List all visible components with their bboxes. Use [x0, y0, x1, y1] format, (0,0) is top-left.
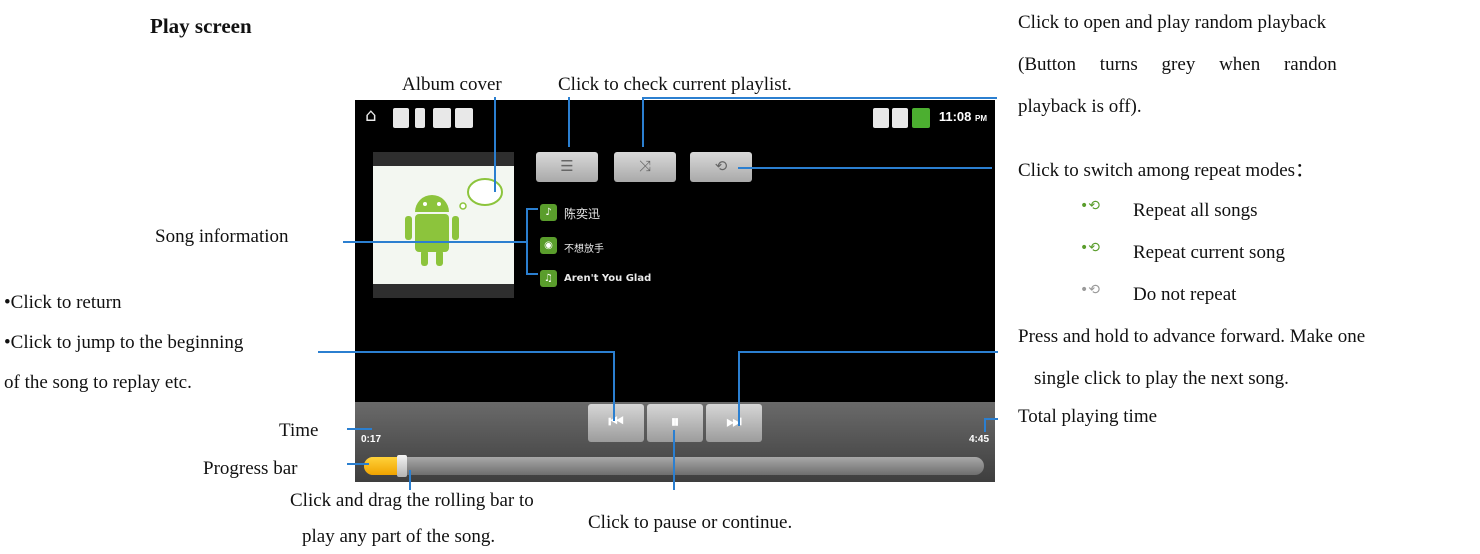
leader-drag — [409, 470, 411, 490]
advance-label-2: single click to play the next song. — [1034, 368, 1289, 389]
no-repeat-icon: •⟲ — [1080, 282, 1100, 298]
album-cover — [373, 152, 514, 298]
leader-total-down — [984, 418, 986, 432]
status-bar: ⌂ 11:08 PM — [355, 100, 995, 136]
home-icon: ⌂ — [365, 105, 377, 126]
check-playlist-label: Click to check current playlist. — [558, 74, 792, 95]
progress-thumb[interactable] — [397, 455, 407, 477]
progress-fill — [364, 457, 401, 475]
song-info-label: Song information — [155, 226, 289, 247]
playlist-button[interactable]: ☰ — [536, 152, 598, 182]
repeat-all-icon: •⟲ — [1080, 198, 1100, 214]
jump-begin-label: •Click to jump to the beginning — [4, 332, 244, 353]
music-note-icon: ♫ — [540, 270, 557, 287]
repeat-all-label: Repeat all songs — [1133, 200, 1258, 221]
leader-playlist — [568, 97, 570, 147]
android-icon — [405, 178, 503, 266]
next-button[interactable]: ⏭ — [706, 404, 762, 442]
network-icon — [873, 108, 889, 128]
leader-total — [984, 418, 998, 420]
leader-shuffle-down — [642, 97, 644, 147]
signal-icon — [892, 108, 908, 128]
previous-button[interactable]: ⏮ — [588, 404, 644, 442]
sd-card-icon — [393, 108, 409, 128]
leader-songinfo-bracket — [526, 208, 528, 274]
battery-icon — [912, 108, 930, 128]
jump-begin-label-2: of the song to replay etc. — [4, 372, 192, 393]
leader-prev — [318, 351, 614, 353]
no-repeat-label: Do not repeat — [1133, 284, 1237, 305]
elapsed-time: 0:17 — [361, 434, 382, 445]
page-heading: Play screen — [150, 14, 252, 38]
random-label-3: playback is off). — [1018, 96, 1142, 117]
click-return-label: •Click to return — [4, 292, 122, 313]
song-title: Aren't You Glad — [564, 273, 652, 284]
total-time: 4:45 — [968, 434, 989, 445]
leader-repeat — [738, 167, 992, 169]
pause-button[interactable]: ⏸ — [647, 404, 703, 442]
random-label: Click to open and play random playback — [1018, 12, 1327, 33]
album-cover-label: Album cover — [402, 74, 502, 95]
leader-songinfo-bottom — [526, 273, 538, 275]
phone-screen: ⌂ 11:08 PM ☰ ⤨ ⟲ ♪ 陈奕迅 ◉ 不想放手 ♫ Aren't Y… — [355, 100, 995, 482]
repeat-current-icon: •⟲ — [1080, 240, 1100, 256]
leader-songinfo-top — [526, 208, 538, 210]
clock: 11:08 PM — [938, 109, 987, 124]
disc-icon: ◉ — [540, 237, 557, 254]
repeat-current-label: Repeat current song — [1133, 242, 1285, 263]
storage-icon — [415, 108, 425, 128]
drag-label-2: play any part of the song. — [302, 526, 496, 547]
artist-name: 陈奕迅 — [564, 207, 601, 221]
time-label: Time — [279, 420, 319, 441]
leader-next-down — [738, 351, 740, 426]
advance-label: Press and hold to advance forward. Make … — [1018, 326, 1366, 347]
random-label-2: (Button turns grey when randon — [1018, 54, 1337, 75]
drag-label: Click and drag the rolling bar to — [290, 490, 534, 511]
microphone-icon: ♪ — [540, 204, 557, 221]
repeat-switch-label: Click to switch among repeat modes： — [1018, 160, 1315, 181]
shuffle-button[interactable]: ⤨ — [614, 152, 676, 182]
leader-album — [494, 97, 496, 192]
leader-prev-down — [613, 351, 615, 421]
play-status-icon — [455, 108, 473, 128]
usb-icon — [433, 108, 451, 128]
total-time-label: Total playing time — [1018, 406, 1158, 427]
leader-shuffle — [642, 97, 997, 99]
progress-bar-label: Progress bar — [203, 458, 298, 479]
album-name: 不想放手 — [564, 244, 604, 255]
leader-next — [738, 351, 998, 353]
leader-progress — [347, 463, 369, 465]
leader-time — [347, 428, 372, 430]
leader-songinfo — [343, 241, 526, 243]
leader-pause — [673, 430, 675, 490]
pause-continue-label: Click to pause or continue. — [588, 512, 793, 533]
